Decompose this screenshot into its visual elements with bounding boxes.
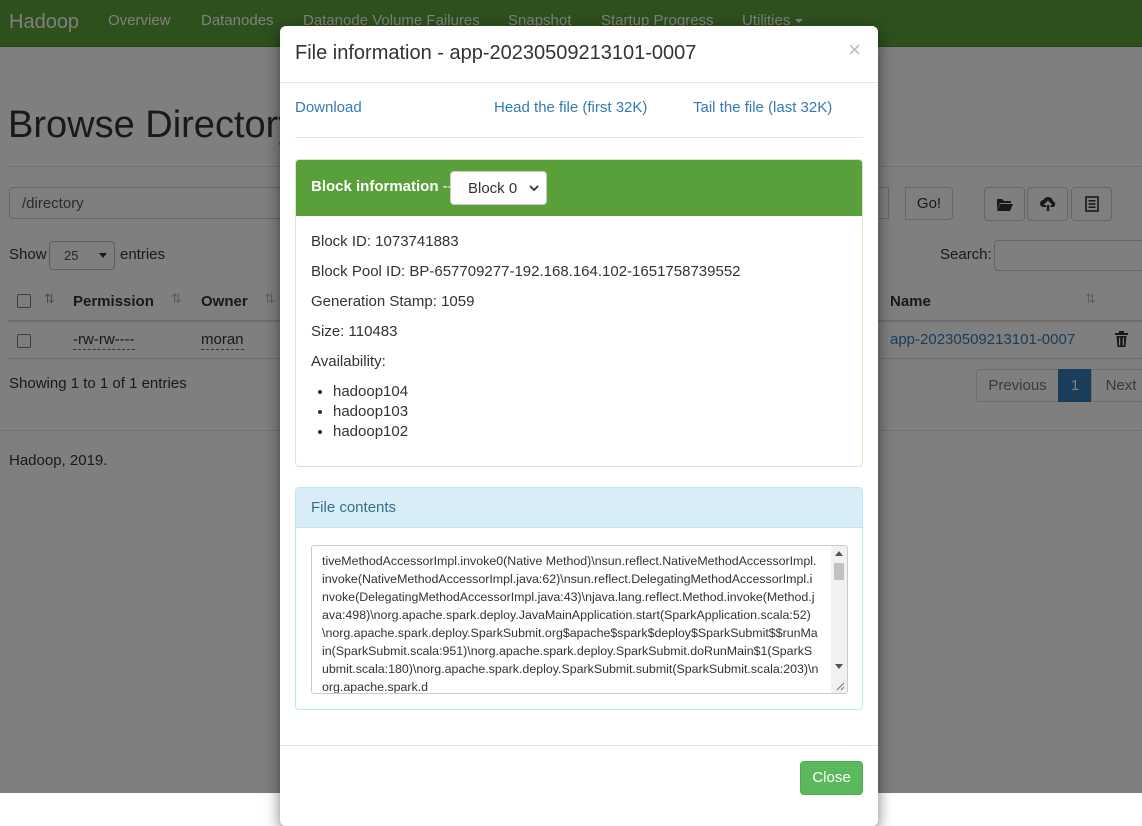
availability-list: hadoop104 hadoop103 hadoop102 bbox=[311, 382, 408, 442]
block-info-panel-heading: Block information -- Block 0 bbox=[296, 160, 862, 216]
block-pool-id: Block Pool ID: BP-657709277-192.168.164.… bbox=[311, 263, 741, 280]
file-contents-textarea[interactable]: tiveMethodAccessorImpl.invoke0(Native Me… bbox=[311, 545, 848, 694]
block-info-heading: Block information -- bbox=[311, 178, 453, 195]
tail-file-link[interactable]: Tail the file (last 32K) bbox=[693, 99, 832, 116]
scroll-up-icon[interactable] bbox=[835, 551, 843, 556]
file-contents-text: tiveMethodAccessorImpl.invoke0(Native Me… bbox=[322, 554, 819, 694]
modal-title: File information - app-20230509213101-00… bbox=[295, 42, 697, 64]
close-button[interactable]: Close bbox=[800, 761, 863, 795]
modal-footer-divider bbox=[280, 745, 878, 746]
block-info-heading-label: Block information bbox=[311, 178, 439, 195]
block-id: Block ID: 1073741883 bbox=[311, 233, 459, 250]
file-contents-heading: File contents bbox=[311, 499, 397, 516]
block-select-value: Block 0 bbox=[468, 180, 518, 197]
links-divider bbox=[295, 137, 863, 138]
scroll-down-icon[interactable] bbox=[835, 664, 843, 669]
head-file-link[interactable]: Head the file (first 32K) bbox=[494, 99, 647, 116]
scrollbar-thumb[interactable] bbox=[834, 563, 844, 580]
list-item: hadoop102 bbox=[333, 422, 408, 442]
file-info-modal: File information - app-20230509213101-00… bbox=[280, 26, 878, 826]
generation-stamp: Generation Stamp: 1059 bbox=[311, 293, 475, 310]
block-size: Size: 110483 bbox=[311, 323, 398, 340]
modal-header-divider bbox=[280, 82, 878, 83]
chevron-down-icon bbox=[529, 185, 539, 192]
close-icon[interactable]: × bbox=[848, 39, 861, 61]
block-select[interactable]: Block 0 bbox=[450, 171, 547, 205]
availability-label: Availability: bbox=[311, 353, 386, 370]
file-contents-panel-heading: File contents bbox=[296, 488, 862, 528]
download-link[interactable]: Download bbox=[295, 99, 362, 116]
list-item: hadoop103 bbox=[333, 402, 408, 422]
file-contents-panel: File contents tiveMethodAccessorImpl.inv… bbox=[295, 487, 863, 710]
list-item: hadoop104 bbox=[333, 382, 408, 402]
textarea-scrollbar[interactable] bbox=[831, 546, 847, 693]
resize-grip-icon[interactable] bbox=[836, 682, 845, 691]
block-info-panel: Block information -- Block 0 Block ID: 1… bbox=[295, 159, 863, 467]
